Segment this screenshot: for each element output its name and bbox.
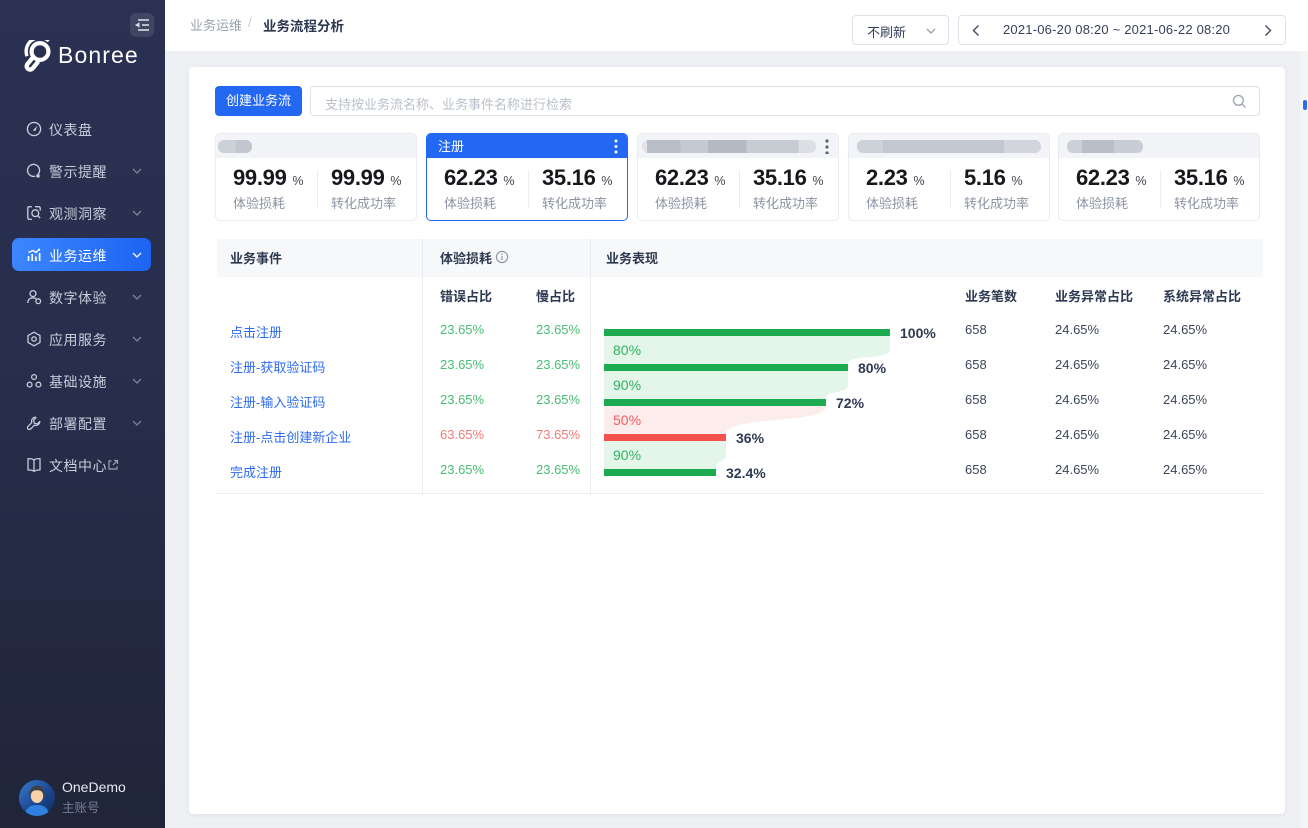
svg-text:90%: 90%	[613, 377, 641, 393]
svg-text:36%: 36%	[736, 430, 765, 446]
svg-text:90%: 90%	[613, 447, 641, 463]
svg-text:32.4%: 32.4%	[726, 465, 766, 481]
svg-text:80%: 80%	[858, 360, 887, 376]
svg-text:50%: 50%	[613, 412, 641, 428]
svg-text:Bonree: Bonree	[58, 42, 139, 68]
svg-text:100%: 100%	[900, 325, 936, 341]
svg-text:72%: 72%	[836, 395, 865, 411]
svg-text:80%: 80%	[613, 342, 641, 358]
